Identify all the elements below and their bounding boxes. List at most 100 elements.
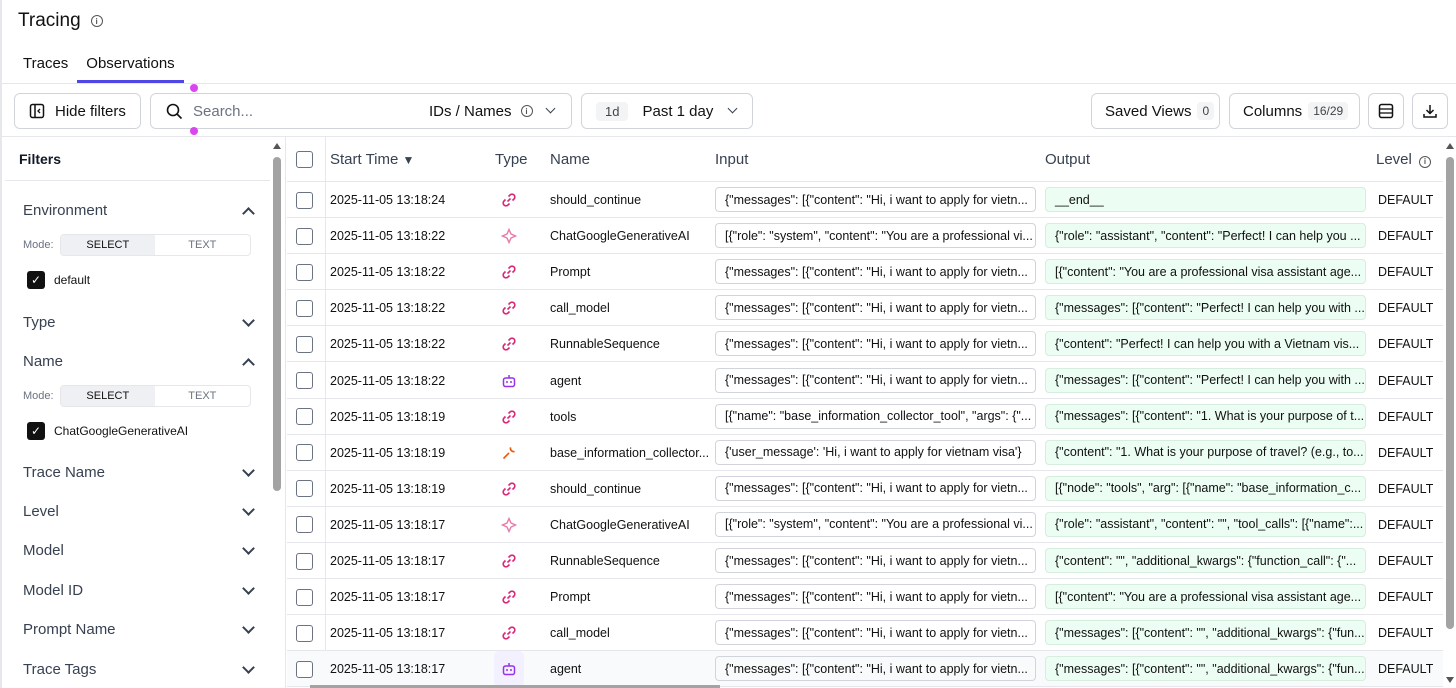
checkbox-checked-icon[interactable]: ✓ [27, 422, 45, 440]
info-icon[interactable]: i [1419, 155, 1432, 168]
output-cell[interactable]: {"messages": [{"content": "", "additiona… [1045, 620, 1366, 646]
filter-section-trace-name[interactable]: Trace Name [23, 463, 255, 481]
search-scope-select[interactable]: IDs / Names i [429, 94, 555, 128]
output-cell[interactable]: {"messages": [{"content": "1. What is yo… [1045, 403, 1366, 429]
header-level[interactable]: Level i [1376, 151, 1432, 168]
table-row[interactable]: 2025-11-05 13:18:19 tools [{"name": "base_… [287, 399, 1443, 435]
name-cell[interactable]: RunnableSequence [550, 543, 710, 579]
name-cell[interactable]: RunnableSequence [550, 326, 710, 362]
table-row[interactable]: 2025-11-05 13:18:22 call_model {"messages"… [287, 290, 1443, 327]
filter-section-model[interactable]: Model [23, 541, 255, 559]
row-checkbox[interactable] [296, 624, 313, 642]
table-row[interactable]: 2025-11-05 13:18:22 agent {"messages": [{"… [287, 363, 1443, 399]
table-row[interactable]: 2025-11-05 13:18:22 RunnableSequence {"mes… [287, 326, 1443, 363]
output-cell[interactable]: {"content": "Perfect! I can help you wit… [1045, 331, 1366, 357]
row-checkbox[interactable] [296, 227, 313, 245]
filter-section-model-id[interactable]: Model ID [23, 581, 255, 599]
name-cell[interactable]: call_model [550, 615, 710, 651]
input-cell[interactable]: {"messages": [{"content": "Hi, i want to… [715, 331, 1036, 357]
input-cell[interactable]: {"messages": [{"content": "Hi, i want to… [715, 367, 1036, 393]
input-cell[interactable]: [{"name": "base_information_collector_to… [715, 403, 1036, 429]
info-icon[interactable]: i [520, 105, 533, 117]
table-row[interactable]: 2025-11-05 13:18:22 ChatGoogleGenerativeA… [287, 218, 1443, 255]
input-cell[interactable]: {'user_message': 'Hi, i want to apply fo… [715, 439, 1036, 465]
select-all-checkbox[interactable] [296, 151, 313, 168]
tab-observations[interactable]: Observations [77, 52, 184, 83]
saved-views-button[interactable]: Saved Views 0 [1091, 93, 1220, 129]
row-checkbox[interactable] [296, 660, 313, 678]
output-cell[interactable]: {"messages": [{"content": "Perfect! I ca… [1045, 295, 1366, 321]
mode-select-option[interactable]: SELECT [60, 235, 156, 255]
sidebar-scrollbar[interactable] [273, 157, 281, 491]
filter-section-level[interactable]: Level [23, 502, 255, 520]
table-row[interactable]: 2025-11-05 13:18:17 ChatGoogleGenerativeA… [287, 507, 1443, 543]
columns-button[interactable]: Columns 16/29 [1229, 93, 1360, 129]
input-cell[interactable]: {"messages": [{"content": "Hi, i want to… [715, 620, 1036, 646]
output-cell[interactable]: {"messages": [{"content": "", "additiona… [1045, 656, 1366, 682]
name-cell[interactable]: base_information_collector... [550, 435, 710, 471]
name-cell[interactable]: should_continue [550, 471, 710, 507]
name-cell[interactable]: call_model [550, 290, 710, 326]
drag-handle-bottom[interactable] [190, 127, 198, 135]
name-cell[interactable]: ChatGoogleGenerativeAI [550, 507, 710, 543]
output-cell[interactable]: [{"content": "You are a professional vis… [1045, 584, 1366, 610]
filter-section-environment[interactable]: Environment [23, 202, 255, 220]
filter-section-name[interactable]: Name [23, 353, 255, 371]
mode-text-option[interactable]: TEXT [155, 386, 250, 406]
checkbox-checked-icon[interactable]: ✓ [27, 271, 45, 289]
input-cell[interactable]: {"messages": [{"content": "Hi, i want to… [715, 259, 1036, 285]
row-checkbox[interactable] [296, 516, 313, 534]
row-checkbox[interactable] [296, 480, 313, 498]
search-input[interactable] [193, 102, 413, 120]
input-cell[interactable]: {"messages": [{"content": "Hi, i want to… [715, 187, 1036, 212]
input-cell[interactable]: {"messages": [{"content": "Hi, i want to… [715, 656, 1036, 682]
filter-option-default[interactable]: ✓ default [27, 271, 90, 289]
info-icon[interactable]: i [90, 15, 103, 27]
scroll-down-arrow-icon[interactable] [1446, 677, 1454, 683]
row-checkbox[interactable] [296, 372, 313, 389]
drag-handle-top[interactable] [190, 84, 198, 92]
input-cell[interactable]: [{"role": "system", "content": "You are … [715, 223, 1036, 249]
header-start-time[interactable]: Start Time ▼ [330, 151, 414, 168]
input-cell[interactable]: {"messages": [{"content": "Hi, i want to… [715, 475, 1036, 501]
mode-select-option[interactable]: SELECT [60, 386, 156, 406]
output-cell[interactable]: {"content": "1. What is your purpose of … [1045, 439, 1366, 465]
table-row[interactable]: 2025-11-05 13:18:19 base_information_coll… [287, 435, 1443, 471]
filter-section-prompt-name[interactable]: Prompt Name [23, 620, 255, 638]
output-cell[interactable]: [{"node": "tools", "arg": [{"name": "bas… [1045, 475, 1366, 501]
scroll-up-arrow-icon[interactable] [273, 143, 281, 149]
table-row[interactable]: 2025-11-05 13:18:17 call_model {"messages"… [287, 615, 1443, 652]
row-checkbox[interactable] [296, 263, 313, 281]
input-cell[interactable]: [{"role": "system", "content": "You are … [715, 511, 1036, 537]
name-cell[interactable]: tools [550, 399, 710, 435]
name-cell[interactable]: agent [550, 651, 710, 687]
scrollbar-thumb[interactable] [1446, 157, 1454, 629]
row-checkbox[interactable] [296, 408, 313, 426]
output-cell[interactable]: {"role": "assistant", "content": "", "to… [1045, 511, 1366, 537]
row-density-button[interactable] [1368, 93, 1404, 129]
header-input[interactable]: Input [715, 151, 748, 168]
date-range-button[interactable]: 1d Past 1 day [581, 93, 753, 129]
tab-traces[interactable]: Traces [14, 52, 77, 83]
row-checkbox[interactable] [296, 444, 313, 462]
scroll-up-arrow-icon[interactable] [1446, 143, 1454, 149]
row-checkbox[interactable] [296, 335, 313, 353]
table-row[interactable]: 2025-11-05 13:18:17 Prompt {"messages": [{… [287, 579, 1443, 616]
row-checkbox[interactable] [296, 588, 313, 606]
input-cell[interactable]: {"messages": [{"content": "Hi, i want to… [715, 295, 1036, 321]
input-cell[interactable]: {"messages": [{"content": "Hi, i want to… [715, 548, 1036, 573]
header-name[interactable]: Name [550, 151, 590, 168]
table-row[interactable]: 2025-11-05 13:18:24 should_continue {"mess… [287, 182, 1443, 218]
table-row[interactable]: 2025-11-05 13:18:22 Prompt {"messages": [{… [287, 254, 1443, 291]
table-row[interactable]: 2025-11-05 13:18:17 agent {"messages": [{"… [287, 651, 1443, 688]
table-scrollbar[interactable] [1444, 137, 1456, 688]
table-row[interactable]: 2025-11-05 13:18:19 should_continue {"mess… [287, 471, 1443, 507]
name-cell[interactable]: Prompt [550, 254, 710, 290]
name-cell[interactable]: agent [550, 363, 710, 399]
header-output[interactable]: Output [1045, 151, 1090, 168]
input-cell[interactable]: {"messages": [{"content": "Hi, i want to… [715, 584, 1036, 610]
name-cell[interactable]: ChatGoogleGenerativeAI [550, 218, 710, 254]
mode-text-option[interactable]: TEXT [155, 235, 250, 255]
output-cell[interactable]: __end__ [1045, 187, 1366, 212]
row-checkbox[interactable] [296, 191, 313, 209]
